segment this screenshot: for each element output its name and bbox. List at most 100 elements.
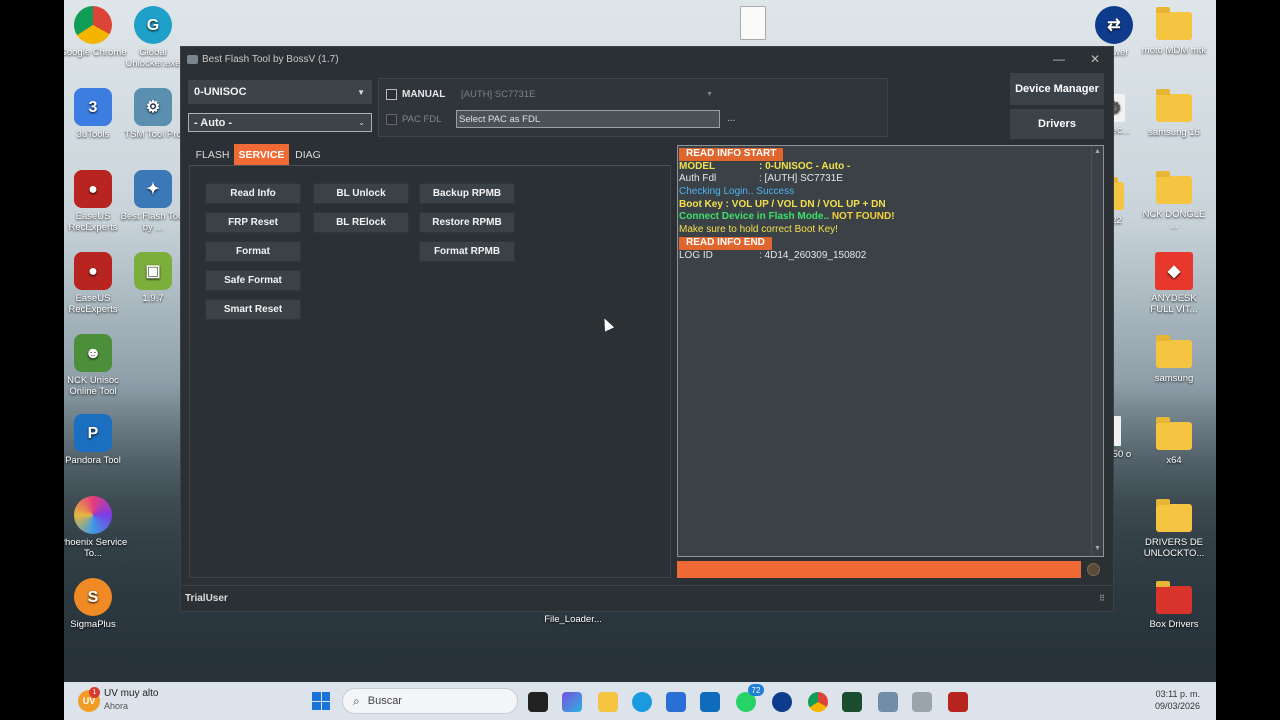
log-hold: Make sure to hold correct Boot Key! bbox=[679, 224, 838, 236]
terminal-icon[interactable] bbox=[842, 692, 862, 712]
format-rpmb-button[interactable]: Format RPMB bbox=[419, 241, 515, 262]
log-panel[interactable]: READ INFO START MODEL: 0-UNISOC - Auto -… bbox=[677, 145, 1104, 557]
scroll-down-icon[interactable]: ▼ bbox=[1092, 543, 1103, 556]
folder-icon bbox=[1156, 171, 1192, 204]
bl-relock-button[interactable]: BL RElock bbox=[313, 212, 409, 233]
desktop-icon-nck-unisoc[interactable]: ☻ NCK Unisoc Online Tool bbox=[64, 334, 128, 397]
task-view-icon[interactable] bbox=[528, 692, 548, 712]
device-manager-button[interactable]: Device Manager bbox=[1009, 72, 1105, 106]
desktop-icon-x64[interactable]: x64 bbox=[1139, 416, 1209, 466]
tab-flash[interactable]: FLASH bbox=[194, 144, 231, 165]
clock[interactable]: 03:11 p. m. 09/03/2026 bbox=[1155, 688, 1200, 712]
record-icon: ● bbox=[74, 252, 112, 290]
chrome-icon[interactable] bbox=[808, 692, 828, 712]
manual-checkbox[interactable]: MANUAL bbox=[386, 89, 445, 100]
log-id-label: LOG ID bbox=[679, 249, 713, 261]
desktop-icon-label: Best Flash Tool by ... bbox=[120, 211, 186, 233]
restore-rpmb-button[interactable]: Restore RPMB bbox=[419, 212, 515, 233]
app-icon[interactable] bbox=[912, 692, 932, 712]
desktop-icon-label: moto MDM mtk bbox=[1141, 45, 1207, 56]
title-bar[interactable]: Best Flash Tool by BossV (1.7) — ✕ bbox=[181, 47, 1113, 71]
folder-icon bbox=[1156, 581, 1192, 614]
folder-icon bbox=[1156, 499, 1192, 532]
resize-grip-icon[interactable]: ⠿ bbox=[1099, 594, 1105, 603]
desktop-icon-best-flash-tool[interactable]: ✦ Best Flash Tool by ... bbox=[118, 170, 188, 233]
close-button[interactable]: ✕ bbox=[1077, 52, 1113, 66]
read-info-button[interactable]: Read Info bbox=[205, 183, 301, 204]
folder-icon bbox=[1156, 417, 1192, 450]
anydesk-icon: ◆ bbox=[1155, 252, 1193, 290]
format-button[interactable]: Format bbox=[205, 241, 301, 262]
desktop-icon-global-unlocker[interactable]: G Global Unlocker.exe bbox=[118, 6, 188, 69]
chevron-down-icon: ▼ bbox=[357, 87, 365, 97]
scroll-up-icon[interactable]: ▲ bbox=[1092, 146, 1103, 159]
best-flash-tool-window: Best Flash Tool by BossV (1.7) — ✕ 0-UNI… bbox=[180, 46, 1114, 612]
desktop-icon-label: File_Loader... bbox=[544, 614, 602, 625]
checkbox-box bbox=[386, 114, 397, 125]
log-connect: Connect Device in Flash Mode.. bbox=[679, 211, 830, 223]
desktop-icon-tsm-tool[interactable]: ⚙ TSM Tool Pro bbox=[118, 88, 188, 140]
desktop-icon-sigmaplus[interactable]: S SigmaPlus bbox=[64, 578, 128, 630]
weather-badge: 1 bbox=[89, 687, 100, 698]
m365-icon[interactable] bbox=[562, 692, 582, 712]
desktop-icon-drivers-unlockto[interactable]: DRIVERS DE UNLOCKTO... bbox=[1139, 498, 1209, 559]
log-scrollbar[interactable]: ▲ ▼ bbox=[1091, 146, 1103, 556]
checkbox-box bbox=[386, 89, 397, 100]
backup-rpmb-button[interactable]: Backup RPMB bbox=[419, 183, 515, 204]
desktop-icon-anydesk[interactable]: ◆ ANYDESK FULL VIT... bbox=[1139, 252, 1209, 315]
desktop-icon-box-drivers[interactable]: Box Drivers bbox=[1139, 580, 1209, 630]
store-icon[interactable] bbox=[666, 692, 686, 712]
desktop-icon-moto-mdm[interactable]: moto MDM mtk bbox=[1139, 6, 1209, 56]
log-authfdl-value: : [AUTH] SC7731E bbox=[759, 173, 843, 185]
desktop-icon-label: ANYDESK FULL VIT... bbox=[1150, 293, 1198, 315]
desktop-icon-label: Phoenix Service To... bbox=[64, 537, 128, 559]
smart-reset-button[interactable]: Smart Reset bbox=[205, 299, 301, 320]
flash-tool-icon[interactable] bbox=[878, 692, 898, 712]
platform-select[interactable]: 0-UNISOC ▼ bbox=[188, 80, 372, 104]
auth-select[interactable]: [AUTH] SC7731E ▼ bbox=[457, 84, 719, 105]
pandora-icon: P bbox=[74, 414, 112, 452]
desktop-icon-label: Pandora Tool bbox=[65, 455, 121, 466]
desktop-icon-pandora[interactable]: P Pandora Tool bbox=[64, 414, 128, 466]
log-id-value: : 4D14_260309_150802 bbox=[759, 249, 867, 261]
outlook-icon[interactable] bbox=[700, 692, 720, 712]
desktop-icon-samsung[interactable]: samsung bbox=[1139, 334, 1209, 384]
tab-diag[interactable]: DIAG bbox=[292, 144, 324, 165]
pac-file-input[interactable]: Select PAC as FDL bbox=[456, 110, 720, 128]
desktop-icon-label: Global Unlocker.exe bbox=[125, 47, 181, 69]
tab-service[interactable]: SERVICE bbox=[234, 144, 289, 165]
log-authfdl-label: Auth Fdl bbox=[679, 173, 717, 185]
frp-reset-button[interactable]: FRP Reset bbox=[205, 212, 301, 233]
robot-icon: ☻ bbox=[74, 334, 112, 372]
chrome-icon bbox=[74, 6, 112, 44]
edge-icon[interactable] bbox=[632, 692, 652, 712]
teamviewer-icon[interactable] bbox=[772, 692, 792, 712]
drivers-button[interactable]: Drivers bbox=[1009, 108, 1105, 140]
status-bar: TrialUser ⠿ bbox=[181, 585, 1113, 611]
minimize-button[interactable]: — bbox=[1041, 52, 1077, 66]
browse-button[interactable]: ... bbox=[727, 113, 735, 124]
desktop-icon-blank-file[interactable] bbox=[718, 6, 788, 43]
progress-bar bbox=[677, 561, 1081, 578]
desktop-icon-197[interactable]: ▣ 1.9.7 bbox=[118, 252, 188, 304]
desktop-icon-label: NCK Unisoc Online Tool bbox=[67, 375, 119, 397]
desktop-icon-samsung16[interactable]: samsung 16 bbox=[1139, 88, 1209, 138]
stop-icon[interactable] bbox=[1087, 563, 1100, 576]
pac-fdl-checkbox[interactable]: PAC FDL bbox=[386, 114, 441, 125]
folder-icon bbox=[1156, 7, 1192, 40]
desktop-icon-nck-dongle[interactable]: NCK DONGLE ... bbox=[1139, 170, 1209, 231]
start-icon[interactable] bbox=[312, 692, 330, 710]
mode-select[interactable]: - Auto - ⌄ bbox=[188, 113, 372, 132]
bl-unlock-button[interactable]: BL Unlock bbox=[313, 183, 409, 204]
sigma-icon: S bbox=[74, 578, 112, 616]
desktop-icon-phoenix[interactable]: Phoenix Service To... bbox=[64, 496, 128, 559]
desktop-icon-label: DRIVERS DE UNLOCKTO... bbox=[1143, 537, 1205, 559]
log-login: Checking Login.. Success bbox=[679, 186, 795, 198]
weather-title: UV muy alto bbox=[104, 688, 159, 699]
record-icon[interactable] bbox=[948, 692, 968, 712]
taskbar-search[interactable]: ⌕ Buscar bbox=[342, 688, 518, 714]
file-explorer-icon[interactable] bbox=[598, 692, 618, 712]
manual-label: MANUAL bbox=[402, 89, 446, 100]
safe-format-button[interactable]: Safe Format bbox=[205, 270, 301, 291]
progress-fill bbox=[677, 561, 1081, 578]
